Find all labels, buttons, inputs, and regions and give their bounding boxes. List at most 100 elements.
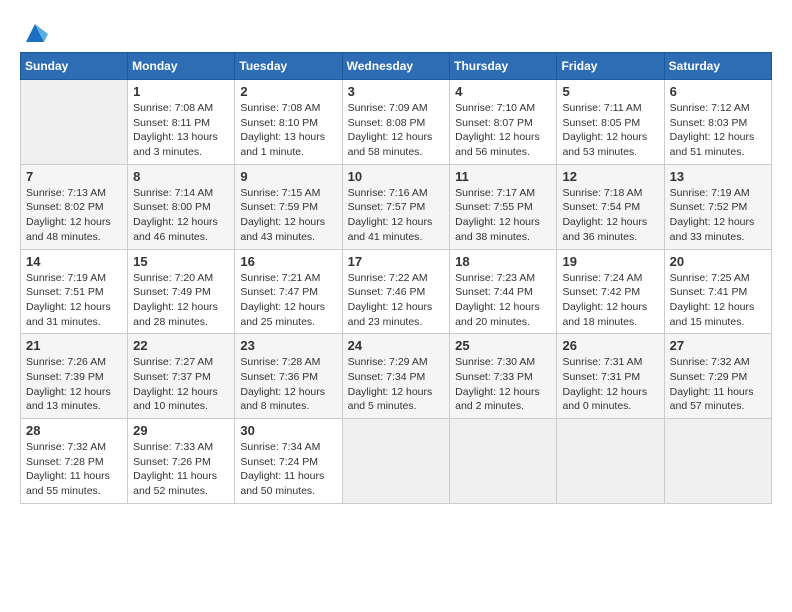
logo [20, 20, 48, 42]
day-number: 20 [670, 254, 766, 269]
logo-icon [22, 20, 48, 46]
day-info: Sunrise: 7:20 AM Sunset: 7:49 PM Dayligh… [133, 271, 229, 330]
day-header-monday: Monday [128, 53, 235, 80]
week-row-1: 1 Sunrise: 7:08 AM Sunset: 8:11 PM Daylig… [21, 80, 772, 165]
day-number: 27 [670, 338, 766, 353]
day-info: Sunrise: 7:14 AM Sunset: 8:00 PM Dayligh… [133, 186, 229, 245]
calendar-cell: 22 Sunrise: 7:27 AM Sunset: 7:37 PM Dayli… [128, 334, 235, 419]
calendar-cell: 19 Sunrise: 7:24 AM Sunset: 7:42 PM Dayli… [557, 249, 664, 334]
day-number: 25 [455, 338, 551, 353]
calendar-cell [664, 419, 771, 504]
day-number: 4 [455, 84, 551, 99]
calendar-cell [450, 419, 557, 504]
day-info: Sunrise: 7:22 AM Sunset: 7:46 PM Dayligh… [348, 271, 445, 330]
calendar-cell: 5 Sunrise: 7:11 AM Sunset: 8:05 PM Daylig… [557, 80, 664, 165]
day-info: Sunrise: 7:16 AM Sunset: 7:57 PM Dayligh… [348, 186, 445, 245]
calendar-cell [342, 419, 450, 504]
page-header [20, 20, 772, 42]
calendar-cell: 23 Sunrise: 7:28 AM Sunset: 7:36 PM Dayli… [235, 334, 342, 419]
calendar-cell: 13 Sunrise: 7:19 AM Sunset: 7:52 PM Dayli… [664, 164, 771, 249]
week-row-2: 7 Sunrise: 7:13 AM Sunset: 8:02 PM Daylig… [21, 164, 772, 249]
calendar-cell: 18Sunrise: 7:23 AM Sunset: 7:44 PM Dayli… [450, 249, 557, 334]
day-info: Sunrise: 7:12 AM Sunset: 8:03 PM Dayligh… [670, 101, 766, 160]
day-number: 28 [26, 423, 122, 438]
day-number: 6 [670, 84, 766, 99]
day-number: 13 [670, 169, 766, 184]
day-number: 12 [562, 169, 658, 184]
week-row-3: 14 Sunrise: 7:19 AM Sunset: 7:51 PM Dayli… [21, 249, 772, 334]
day-info: Sunrise: 7:08 AM Sunset: 8:11 PM Dayligh… [133, 101, 229, 160]
day-info: Sunrise: 7:31 AM Sunset: 7:31 PM Dayligh… [562, 355, 658, 414]
day-info: Sunrise: 7:33 AM Sunset: 7:26 PM Dayligh… [133, 440, 229, 499]
day-number: 3 [348, 84, 445, 99]
calendar-cell: 26 Sunrise: 7:31 AM Sunset: 7:31 PM Dayli… [557, 334, 664, 419]
day-info: Sunrise: 7:32 AM Sunset: 7:29 PM Dayligh… [670, 355, 766, 414]
calendar-cell: 3Sunrise: 7:09 AM Sunset: 8:08 PM Daylig… [342, 80, 450, 165]
day-number: 24 [348, 338, 445, 353]
day-number: 8 [133, 169, 229, 184]
logo-text [20, 20, 48, 46]
day-info: Sunrise: 7:19 AM Sunset: 7:51 PM Dayligh… [26, 271, 122, 330]
day-info: Sunrise: 7:25 AM Sunset: 7:41 PM Dayligh… [670, 271, 766, 330]
calendar-cell: 14 Sunrise: 7:19 AM Sunset: 7:51 PM Dayli… [21, 249, 128, 334]
day-info: Sunrise: 7:13 AM Sunset: 8:02 PM Dayligh… [26, 186, 122, 245]
day-info: Sunrise: 7:19 AM Sunset: 7:52 PM Dayligh… [670, 186, 766, 245]
day-info: Sunrise: 7:24 AM Sunset: 7:42 PM Dayligh… [562, 271, 658, 330]
day-header-sunday: Sunday [21, 53, 128, 80]
day-number: 14 [26, 254, 122, 269]
calendar-cell: 10Sunrise: 7:16 AM Sunset: 7:57 PM Dayli… [342, 164, 450, 249]
day-number: 18 [455, 254, 551, 269]
calendar-cell: 9Sunrise: 7:15 AM Sunset: 7:59 PM Daylig… [235, 164, 342, 249]
day-header-tuesday: Tuesday [235, 53, 342, 80]
calendar-cell: 24Sunrise: 7:29 AM Sunset: 7:34 PM Dayli… [342, 334, 450, 419]
day-number: 2 [240, 84, 336, 99]
calendar-cell: 21 Sunrise: 7:26 AM Sunset: 7:39 PM Dayli… [21, 334, 128, 419]
calendar-cell: 11 Sunrise: 7:17 AM Sunset: 7:55 PM Dayli… [450, 164, 557, 249]
day-info: Sunrise: 7:27 AM Sunset: 7:37 PM Dayligh… [133, 355, 229, 414]
day-number: 26 [562, 338, 658, 353]
day-header-saturday: Saturday [664, 53, 771, 80]
calendar-cell: 27 Sunrise: 7:32 AM Sunset: 7:29 PM Dayli… [664, 334, 771, 419]
calendar-cell: 7 Sunrise: 7:13 AM Sunset: 8:02 PM Daylig… [21, 164, 128, 249]
calendar-cell [21, 80, 128, 165]
day-number: 16 [240, 254, 336, 269]
calendar-cell: 29 Sunrise: 7:33 AM Sunset: 7:26 PM Dayli… [128, 419, 235, 504]
day-info: Sunrise: 7:32 AM Sunset: 7:28 PM Dayligh… [26, 440, 122, 499]
calendar-cell: 16Sunrise: 7:21 AM Sunset: 7:47 PM Dayli… [235, 249, 342, 334]
calendar-cell: 30Sunrise: 7:34 AM Sunset: 7:24 PM Dayli… [235, 419, 342, 504]
day-number: 19 [562, 254, 658, 269]
day-info: Sunrise: 7:30 AM Sunset: 7:33 PM Dayligh… [455, 355, 551, 414]
day-info: Sunrise: 7:18 AM Sunset: 7:54 PM Dayligh… [562, 186, 658, 245]
day-info: Sunrise: 7:26 AM Sunset: 7:39 PM Dayligh… [26, 355, 122, 414]
calendar-cell: 1 Sunrise: 7:08 AM Sunset: 8:11 PM Daylig… [128, 80, 235, 165]
calendar-cell [557, 419, 664, 504]
day-number: 17 [348, 254, 445, 269]
calendar: SundayMondayTuesdayWednesdayThursdayFrid… [20, 52, 772, 504]
calendar-cell: 15 Sunrise: 7:20 AM Sunset: 7:49 PM Dayli… [128, 249, 235, 334]
day-number: 11 [455, 169, 551, 184]
day-info: Sunrise: 7:28 AM Sunset: 7:36 PM Dayligh… [240, 355, 336, 414]
calendar-cell: 8 Sunrise: 7:14 AM Sunset: 8:00 PM Daylig… [128, 164, 235, 249]
day-number: 9 [240, 169, 336, 184]
day-number: 15 [133, 254, 229, 269]
calendar-cell: 12 Sunrise: 7:18 AM Sunset: 7:54 PM Dayli… [557, 164, 664, 249]
calendar-cell: 2 Sunrise: 7:08 AM Sunset: 8:10 PM Daylig… [235, 80, 342, 165]
day-info: Sunrise: 7:10 AM Sunset: 8:07 PM Dayligh… [455, 101, 551, 160]
day-info: Sunrise: 7:08 AM Sunset: 8:10 PM Dayligh… [240, 101, 336, 160]
day-header-thursday: Thursday [450, 53, 557, 80]
day-number: 5 [562, 84, 658, 99]
day-info: Sunrise: 7:17 AM Sunset: 7:55 PM Dayligh… [455, 186, 551, 245]
calendar-header: SundayMondayTuesdayWednesdayThursdayFrid… [21, 53, 772, 80]
day-number: 7 [26, 169, 122, 184]
day-number: 21 [26, 338, 122, 353]
calendar-cell: 4 Sunrise: 7:10 AM Sunset: 8:07 PM Daylig… [450, 80, 557, 165]
day-number: 29 [133, 423, 229, 438]
calendar-cell: 17 Sunrise: 7:22 AM Sunset: 7:46 PM Dayli… [342, 249, 450, 334]
day-number: 23 [240, 338, 336, 353]
day-header-wednesday: Wednesday [342, 53, 450, 80]
week-row-5: 28 Sunrise: 7:32 AM Sunset: 7:28 PM Dayli… [21, 419, 772, 504]
day-info: Sunrise: 7:11 AM Sunset: 8:05 PM Dayligh… [562, 101, 658, 160]
day-number: 30 [240, 423, 336, 438]
day-number: 22 [133, 338, 229, 353]
day-number: 1 [133, 84, 229, 99]
